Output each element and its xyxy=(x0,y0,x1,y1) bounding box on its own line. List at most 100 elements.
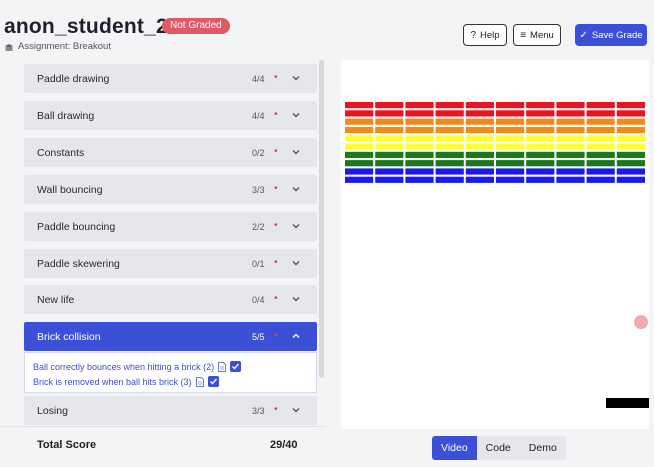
brick xyxy=(345,176,374,183)
brick xyxy=(616,168,645,175)
chevron-down-icon[interactable] xyxy=(290,109,302,121)
brick xyxy=(345,168,374,175)
brick xyxy=(556,110,585,117)
check-label: Brick is removed when ball hits brick (3… xyxy=(33,376,192,387)
brick xyxy=(496,110,525,117)
check-checkbox[interactable] xyxy=(230,361,242,372)
rubric-item-paddle-bouncing[interactable]: Paddle bouncing 2/2 • xyxy=(24,212,317,241)
check-row: Ball correctly bounces when hitting a br… xyxy=(33,361,242,372)
save-grade-button[interactable]: ✓ Save Grade xyxy=(575,24,647,46)
rubric-item-constants[interactable]: Constants 0/2 • xyxy=(24,138,317,167)
rubric-item-new-life[interactable]: New life 0/4 • xyxy=(24,285,317,314)
brick xyxy=(375,126,404,134)
chevron-down-icon[interactable] xyxy=(290,183,302,195)
tab-code[interactable]: Code xyxy=(476,436,520,460)
brick xyxy=(465,143,494,150)
brick xyxy=(435,126,464,134)
tab-video[interactable]: Video xyxy=(432,436,477,460)
help-button[interactable]: ? Help xyxy=(463,24,507,46)
chevron-down-icon[interactable] xyxy=(290,146,302,158)
rubric-item-score: 4/4 xyxy=(252,74,265,84)
brick xyxy=(586,118,615,125)
rubric-item-label: Ball drawing xyxy=(37,110,95,122)
chevron-down-icon[interactable] xyxy=(290,293,302,305)
status-dot: • xyxy=(274,72,278,83)
brick xyxy=(465,126,494,134)
brick xyxy=(435,176,464,183)
brick xyxy=(526,110,555,117)
brick xyxy=(375,143,404,150)
rubric-item-score: 3/3 xyxy=(252,185,265,195)
tab-demo[interactable]: Demo xyxy=(519,436,566,460)
paddle xyxy=(606,398,649,408)
chevron-down-icon[interactable] xyxy=(290,220,302,232)
brick xyxy=(345,126,374,134)
question-icon: ? xyxy=(470,29,476,41)
status-dot: • xyxy=(274,220,278,231)
brick xyxy=(465,160,494,167)
rubric-item-score: 4/4 xyxy=(252,111,265,121)
brick xyxy=(345,118,374,125)
brick xyxy=(435,151,464,158)
brick xyxy=(526,176,555,183)
chevron-down-icon[interactable] xyxy=(290,404,302,416)
brick xyxy=(496,126,525,134)
student-name: anon_student_20 xyxy=(4,15,180,38)
brick xyxy=(345,135,374,142)
brick xyxy=(586,135,615,142)
status-dot: • xyxy=(274,257,278,268)
chevron-down-icon[interactable] xyxy=(290,257,302,269)
brick xyxy=(345,151,374,158)
brick xyxy=(435,143,464,150)
rubric-item-losing[interactable]: Losing 3/3 • xyxy=(24,396,317,425)
rubric-item-label: Brick collision xyxy=(37,331,101,343)
rubric-item-score: 2/2 xyxy=(252,222,265,232)
brick xyxy=(375,102,404,109)
brick xyxy=(556,143,585,150)
brick xyxy=(556,168,585,175)
brick xyxy=(616,151,645,158)
brick xyxy=(405,135,434,142)
brick xyxy=(465,168,494,175)
brick xyxy=(405,151,434,158)
check-checkbox[interactable] xyxy=(207,376,219,387)
brick xyxy=(496,118,525,125)
rubric-item-label: Paddle skewering xyxy=(37,258,120,270)
brick xyxy=(586,151,615,158)
rubric-item-brick-collision[interactable]: Brick collision 5/5 • xyxy=(24,322,317,351)
chevron-down-icon[interactable] xyxy=(290,72,302,84)
status-dot: • xyxy=(274,183,278,194)
brick xyxy=(526,135,555,142)
brick xyxy=(375,135,404,142)
rubric-item-label: New life xyxy=(37,294,75,306)
rubric-item-score: 5/5 xyxy=(252,332,265,342)
rubric-item-paddle-skewering[interactable]: Paddle skewering 0/1 • xyxy=(24,249,317,278)
brick xyxy=(375,176,404,183)
rubric-item-score: 3/3 xyxy=(252,406,265,416)
rubric-item-paddle-drawing[interactable]: Paddle drawing 4/4 • xyxy=(24,64,317,93)
document-icon[interactable] xyxy=(218,361,226,372)
brick xyxy=(496,151,525,158)
document-icon[interactable] xyxy=(195,376,204,387)
brick xyxy=(375,168,404,175)
brick xyxy=(435,110,464,117)
rubric-item-ball-drawing[interactable]: Ball drawing 4/4 • xyxy=(24,101,317,130)
status-dot: • xyxy=(274,146,278,157)
menu-button[interactable]: ≡ Menu xyxy=(513,24,561,46)
assignment-icon xyxy=(5,43,13,51)
brick xyxy=(496,168,525,175)
view-tabs: Video Code Demo xyxy=(432,436,566,460)
rubric-item-wall-bouncing[interactable]: Wall bouncing 3/3 • xyxy=(24,175,317,204)
brick xyxy=(556,135,585,142)
brick xyxy=(405,126,434,134)
brick xyxy=(405,102,434,109)
rubric-scrollbar[interactable] xyxy=(319,60,324,378)
brick xyxy=(496,135,525,142)
brick xyxy=(465,151,494,158)
brick xyxy=(405,168,434,175)
chevron-up-icon[interactable] xyxy=(290,330,302,342)
brick xyxy=(586,176,615,183)
brick xyxy=(496,102,525,109)
brick xyxy=(616,135,645,142)
check-label: Ball correctly bounces when hitting a br… xyxy=(33,361,215,372)
